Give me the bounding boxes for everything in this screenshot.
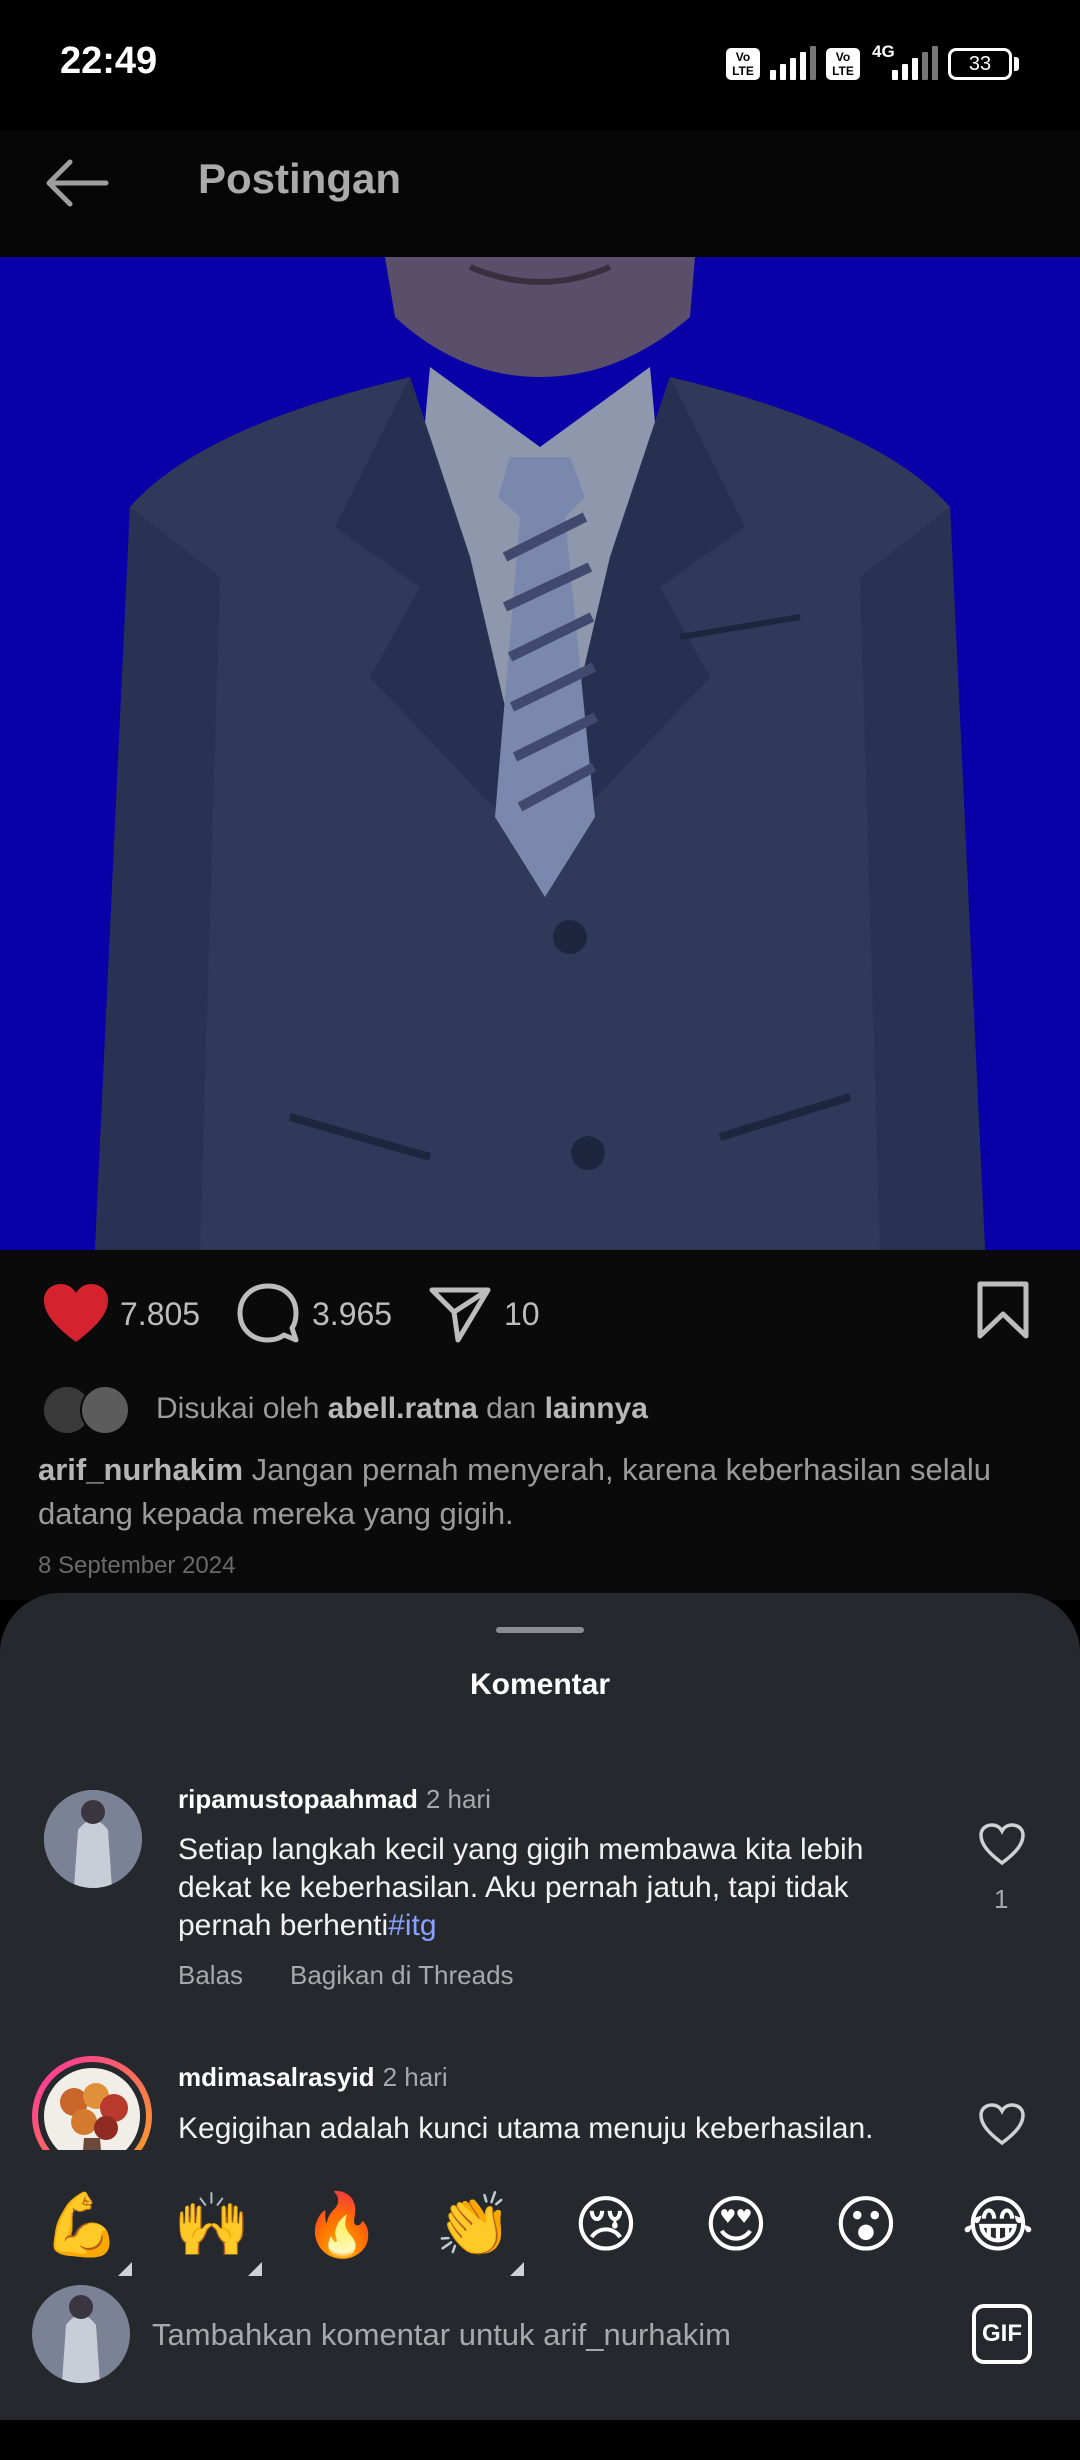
skin-tone-indicator [118,2262,132,2276]
app-header [0,130,1080,257]
emoji-fire[interactable]: 🔥 [302,2185,382,2265]
post-date: 8 September 2024 [38,1552,236,1579]
skin-tone-indicator [248,2262,262,2276]
comment-icon [237,1283,299,1343]
emoji-laughing[interactable]: 😂 [958,2185,1038,2265]
comment-username[interactable]: ripamustopaahmad 2 hari [178,1784,491,1815]
emoji-clapping[interactable]: 👏 [434,2185,514,2265]
signal-strength-icon [770,46,816,80]
comment-username[interactable]: mdimasalrasyid 2 hari [178,2062,448,2093]
heart-filled-icon [44,1284,108,1342]
reply-button[interactable]: Balas [178,1960,243,1991]
emoji-heart-eyes[interactable]: 😍 [696,2185,776,2265]
comment-hashtag[interactable]: #itg [388,1909,436,1942]
liker-avatar-2 [80,1385,130,1435]
emoji-surprised[interactable]: 😮 [826,2185,906,2265]
caption-author[interactable]: arif_nurhakim [38,1452,243,1487]
send-icon [429,1287,491,1343]
comment-input[interactable] [150,2300,944,2370]
current-user-avatar [32,2285,130,2383]
emoji-raising-hands[interactable]: 🙌 [172,2185,252,2265]
battery-tip [1014,57,1019,71]
save-button[interactable] [976,1280,1030,1345]
page-title: Postingan [198,155,402,202]
heart-outline-icon [979,1823,1025,1866]
share-button[interactable] [428,1282,492,1351]
emoji-muscle[interactable]: 💪 [42,2185,122,2265]
sheet-drag-handle[interactable] [496,1627,584,1633]
comment-like-count: 1 [994,1884,1009,1914]
bookmark-icon [977,1281,1029,1339]
arrow-left-icon [46,159,109,207]
emoji-crying[interactable]: 😢 [566,2185,646,2265]
volte-icon: Vo LTE [726,48,760,80]
avatar-photo [32,2285,130,2383]
gif-button[interactable]: GIF [972,2304,1032,2364]
like-button[interactable] [42,1282,110,1349]
volte-icon-2: Vo LTE [826,48,860,80]
post-caption: arif_nurhakim Jangan pernah menyerah, ka… [38,1448,1038,1536]
comment-text: Setiap langkah kecil yang gigih membawa … [178,1833,864,1942]
heart-outline-icon [979,2103,1025,2146]
back-button[interactable] [40,148,116,218]
skin-tone-indicator [510,2262,524,2276]
status-time: 22:49 [60,40,158,82]
comment-like-button[interactable] [978,2102,1026,2151]
comment-avatar[interactable] [44,1790,142,1888]
comment-like-button[interactable] [978,1822,1026,1871]
liked-by-text[interactable]: Disukai oleh abell.ratna dan lainnya [156,1392,648,1426]
comment-text: Kegigihan adalah kunci utama menuju kebe… [178,2112,874,2145]
sheet-title: Komentar [469,1668,611,1701]
system-nav-bar [0,2420,1080,2460]
comment-time: 2 hari [425,1784,491,1814]
battery-icon: 33 [948,48,1012,80]
person-in-suit-illustration [95,257,985,1250]
comments-count: 3.965 [312,1296,393,1332]
shares-count: 10 [504,1296,540,1332]
likes-count: 7.805 [120,1296,201,1332]
post-image[interactable] [0,257,1080,1250]
avatar-photo [44,1790,142,1888]
comment-button[interactable] [236,1282,300,1351]
share-to-threads-button[interactable]: Bagikan di Threads [290,1960,514,1991]
comment-time: 2 hari [382,2062,448,2092]
signal-strength-icon-2 [892,46,938,80]
